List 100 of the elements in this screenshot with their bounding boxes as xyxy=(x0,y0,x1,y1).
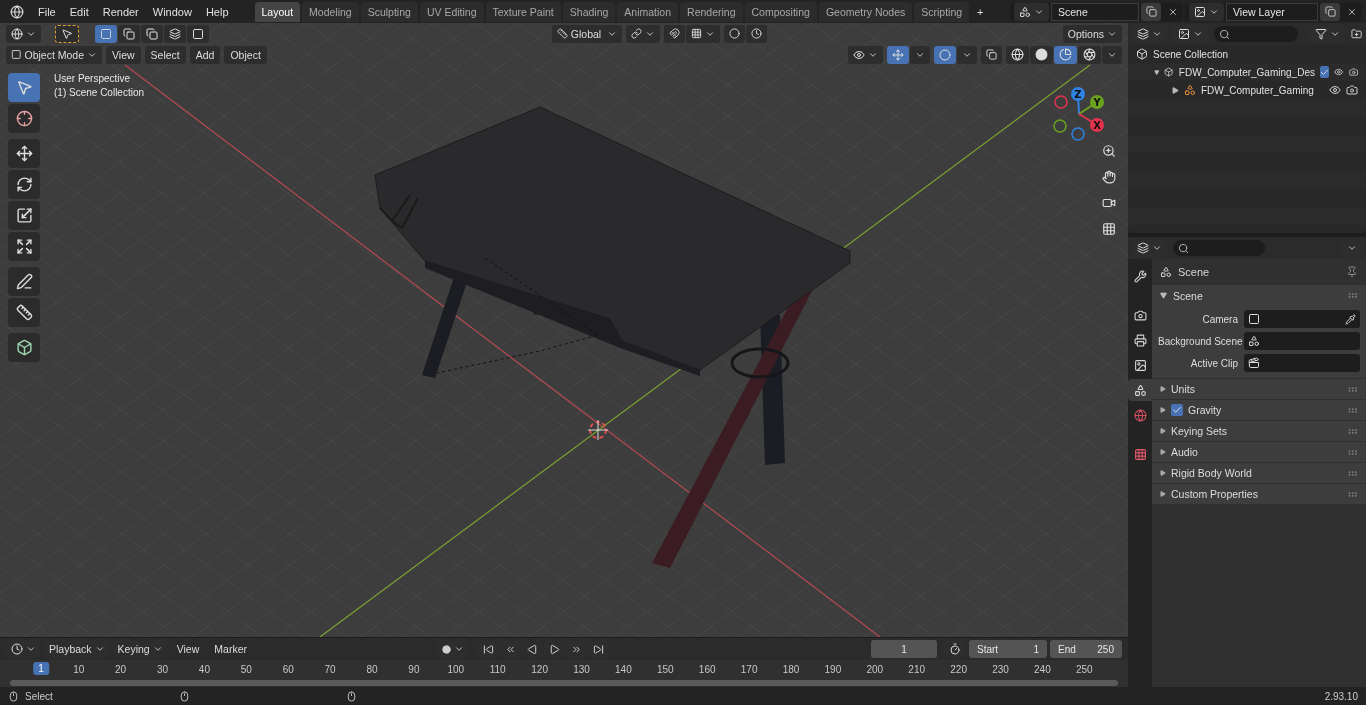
panel-header[interactable]: Rigid Body World xyxy=(1152,462,1366,483)
editor-type-button[interactable] xyxy=(6,24,41,43)
shading-mode-button[interactable] xyxy=(1078,45,1101,64)
shading-mode-button[interactable] xyxy=(1006,45,1029,64)
select-mode-button[interactable] xyxy=(187,24,209,43)
timeline-menu[interactable]: View xyxy=(170,640,206,658)
pin-icon[interactable] xyxy=(1346,266,1358,278)
select-mode-button[interactable] xyxy=(164,24,186,43)
tool-button[interactable] xyxy=(8,104,40,133)
menu-item[interactable]: Render xyxy=(96,5,145,18)
select-mode-button[interactable] xyxy=(118,24,140,43)
eyedropper-icon[interactable] xyxy=(1345,313,1356,325)
viewport-menu[interactable]: View xyxy=(106,45,141,64)
axis-handle[interactable]: X xyxy=(1078,113,1104,132)
workspace-tab[interactable]: UV Editing xyxy=(419,1,484,22)
workspace-tab[interactable]: Compositing xyxy=(744,1,817,22)
workspace-tab[interactable]: Texture Paint xyxy=(485,1,561,22)
menu-item[interactable]: Edit xyxy=(63,5,95,18)
ruler-icon xyxy=(15,304,33,321)
orientation-dropdown[interactable]: Global xyxy=(551,24,622,43)
video-camera-icon xyxy=(1102,196,1116,210)
eye-icon[interactable] xyxy=(1329,84,1341,96)
tool-button[interactable] xyxy=(8,333,40,362)
scrollbar[interactable] xyxy=(10,680,1118,686)
search-field[interactable] xyxy=(1214,26,1298,42)
menu-item[interactable]: Window xyxy=(146,5,198,18)
workspace-tab[interactable]: Rendering xyxy=(680,1,743,22)
panel-header[interactable]: Units xyxy=(1152,378,1366,399)
copy-button[interactable] xyxy=(1320,2,1340,21)
tool-button[interactable] xyxy=(8,232,40,261)
collapsed-arrow-icon[interactable] xyxy=(1172,86,1179,94)
viewport-menu[interactable]: Add xyxy=(189,45,221,64)
view-layer-browse-button[interactable] xyxy=(1189,2,1224,21)
eye-icon[interactable] xyxy=(1334,66,1344,78)
gizmo-toggle-button[interactable] xyxy=(887,45,909,64)
panel-header[interactable]: Custom Properties xyxy=(1152,483,1366,504)
end-frame-field[interactable]: End 250 xyxy=(1050,640,1122,658)
camera-icon[interactable] xyxy=(1346,84,1358,96)
negative-axis-handle[interactable] xyxy=(1071,127,1085,141)
timeline-menu[interactable]: Marker xyxy=(208,640,253,658)
negative-axis-handle[interactable] xyxy=(1054,95,1068,109)
tool-button[interactable] xyxy=(8,298,40,327)
workspace-tab[interactable]: Layout xyxy=(254,1,301,22)
workspace-tab[interactable]: Animation xyxy=(617,1,679,22)
viewport-menu[interactable]: Select xyxy=(144,45,186,64)
data-field[interactable] xyxy=(1244,310,1360,328)
image-icon xyxy=(1133,358,1147,372)
tool-button[interactable] xyxy=(8,170,40,199)
overlay-toggle-button[interactable] xyxy=(934,45,956,64)
context-label: Scene xyxy=(1178,266,1210,278)
camera-icon[interactable] xyxy=(1348,66,1358,78)
panel-header[interactable]: Gravity xyxy=(1152,399,1366,420)
tool-button[interactable] xyxy=(8,267,40,296)
shading-mode-button[interactable] xyxy=(1054,45,1077,64)
xray-button[interactable] xyxy=(981,45,1002,64)
workspace-tab[interactable]: Geometry Nodes xyxy=(818,1,913,22)
checkbox[interactable] xyxy=(1171,404,1183,416)
add-workspace-button[interactable]: + xyxy=(971,5,990,18)
start-frame-field[interactable]: Start 1 xyxy=(969,640,1047,658)
shapes-icon xyxy=(1248,335,1260,347)
select-mode-button[interactable] xyxy=(95,24,117,43)
viewport-menu[interactable]: Object xyxy=(224,45,267,64)
scene-field[interactable]: Scene xyxy=(1051,2,1139,21)
tool-button[interactable] xyxy=(8,139,40,168)
workspace-tab[interactable]: Modeling xyxy=(302,1,359,22)
panel-header[interactable]: Audio xyxy=(1152,441,1366,462)
options-dropdown[interactable]: Options xyxy=(1062,24,1122,43)
current-frame-field[interactable]: 1 xyxy=(871,640,937,658)
tool-button[interactable] xyxy=(55,24,79,43)
checkbox[interactable] xyxy=(1319,66,1330,78)
scene-browse-button[interactable] xyxy=(1014,2,1049,21)
snap-target-button[interactable] xyxy=(685,24,720,43)
menu-item[interactable]: File xyxy=(32,5,62,18)
tool-button[interactable] xyxy=(8,201,40,230)
menu-item[interactable]: Help xyxy=(199,5,235,18)
copy-button[interactable] xyxy=(1141,2,1161,21)
snap-button[interactable] xyxy=(663,24,685,43)
workspace-tab[interactable]: Sculpting xyxy=(360,1,418,22)
search-field[interactable] xyxy=(1173,240,1265,256)
panel-header[interactable]: Scene xyxy=(1152,285,1366,306)
visibility-button[interactable] xyxy=(848,45,883,64)
mode-dropdown[interactable]: Object Mode xyxy=(6,45,102,64)
pivot-button[interactable] xyxy=(625,24,660,43)
expanded-arrow-icon[interactable] xyxy=(1154,68,1160,76)
new-collection-icon[interactable] xyxy=(1350,28,1362,40)
app-logo-icon[interactable] xyxy=(10,4,24,19)
globe-icon xyxy=(1133,408,1147,422)
workspace-tab[interactable]: Shading xyxy=(562,1,616,22)
view-layer-field[interactable]: View Layer xyxy=(1226,2,1318,21)
proportional-edit-button[interactable] xyxy=(723,24,745,43)
data-field[interactable] xyxy=(1244,354,1360,372)
select-mode-button[interactable] xyxy=(141,24,163,43)
circle-icon xyxy=(939,48,951,61)
data-field[interactable] xyxy=(1244,332,1360,350)
shading-mode-button[interactable] xyxy=(1030,45,1053,64)
playhead[interactable]: 1 xyxy=(33,662,49,675)
workspace-tab[interactable]: Scripting xyxy=(914,1,970,22)
falloff-button[interactable] xyxy=(745,24,767,43)
negative-axis-handle[interactable] xyxy=(1053,119,1067,133)
panel-header[interactable]: Keying Sets xyxy=(1152,420,1366,441)
